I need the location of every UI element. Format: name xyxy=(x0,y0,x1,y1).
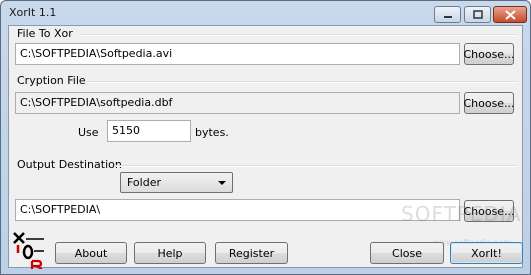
output-destination-field[interactable]: C:\SOFTPEDIA\ xyxy=(15,199,460,221)
window-title: XorIt 1.1 xyxy=(9,6,57,19)
divider xyxy=(116,165,517,167)
maximize-button[interactable] xyxy=(464,6,491,23)
minimize-icon xyxy=(443,15,452,18)
output-destination-label: Output Destination xyxy=(17,158,122,171)
register-button[interactable]: Register xyxy=(215,242,288,264)
bytes-unit-label: bytes. xyxy=(195,126,229,139)
watermark: SOFTPEDIA xyxy=(401,202,522,226)
choose-file-button[interactable]: Choose... xyxy=(463,43,515,65)
file-to-xor-label: File To Xor xyxy=(17,27,73,40)
xor-logo-icon xyxy=(13,232,44,269)
close-window-button[interactable] xyxy=(493,6,527,23)
output-type-select[interactable]: Folder xyxy=(120,172,233,193)
about-button[interactable]: About xyxy=(55,242,127,264)
title-bar[interactable]: XorIt 1.1 xyxy=(1,1,530,25)
output-type-value: Folder xyxy=(127,176,161,189)
chevron-down-icon xyxy=(218,181,226,185)
xorit-button[interactable]: XorIt! xyxy=(450,242,523,264)
cryption-file-label: Cryption File xyxy=(17,74,86,87)
close-icon xyxy=(504,9,516,20)
file-to-xor-field[interactable]: C:\SOFTPEDIA\Softpedia.avi xyxy=(15,43,460,65)
divider xyxy=(79,34,517,36)
cryption-file-field[interactable]: C:\SOFTPEDIA\softpedia.dbf xyxy=(15,92,460,114)
app-window: XorIt 1.1 File To Xor C:\SOFTPEDIA\Softp… xyxy=(0,0,531,275)
client-area: File To Xor C:\SOFTPEDIA\Softpedia.avi C… xyxy=(8,25,523,269)
close-button[interactable]: Close xyxy=(370,242,444,264)
help-button[interactable]: Help xyxy=(134,242,206,264)
maximize-icon xyxy=(472,10,483,19)
choose-cryption-button[interactable]: Choose... xyxy=(463,92,515,114)
byte-count-input[interactable]: 5150 xyxy=(107,120,191,142)
use-label: Use xyxy=(78,126,99,139)
minimize-button[interactable] xyxy=(434,6,461,23)
divider xyxy=(87,81,517,83)
